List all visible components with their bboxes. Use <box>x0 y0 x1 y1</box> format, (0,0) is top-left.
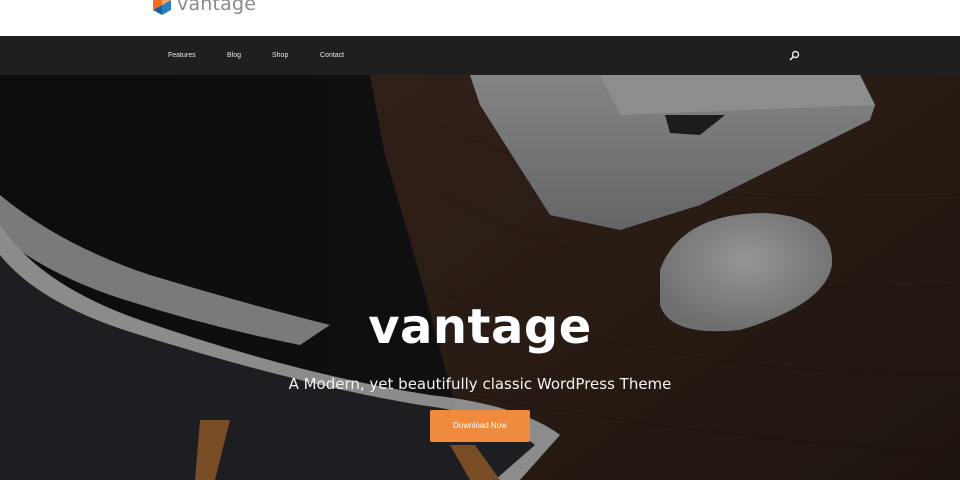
site-header: vantage <box>0 0 960 36</box>
site-logo[interactable]: vantage <box>151 0 256 15</box>
nav-item-blog[interactable]: Blog <box>227 36 241 75</box>
nav-item-contact[interactable]: Contact <box>320 36 344 75</box>
main-navigation: Features Blog Shop Contact <box>0 36 960 75</box>
nav-item-features[interactable]: Features <box>168 36 196 75</box>
hero-tagline: A Modern, yet beautifully classic WordPr… <box>288 375 672 393</box>
logo-mark-icon <box>153 0 171 15</box>
hero-title: vantage <box>368 299 592 355</box>
hero-banner: vantage A Modern, yet beautifully classi… <box>0 75 960 480</box>
download-now-button[interactable]: Download Now <box>430 410 530 442</box>
search-icon[interactable] <box>789 50 800 61</box>
nav-item-shop[interactable]: Shop <box>272 36 288 75</box>
logo-text: vantage <box>177 0 257 15</box>
